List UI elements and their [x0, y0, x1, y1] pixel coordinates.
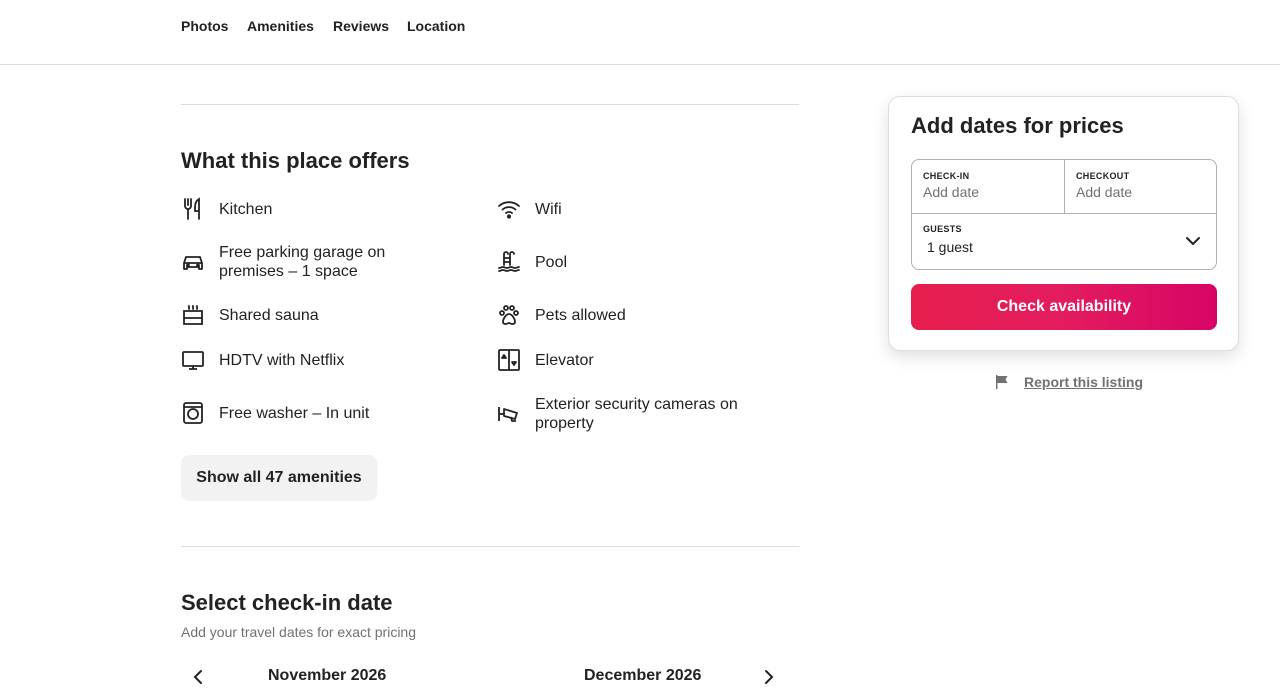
booking-title: Add dates for prices: [911, 113, 1124, 138]
sauna-icon: [183, 305, 203, 325]
booking-card: Add dates for prices CHECK-IN Add date C…: [888, 96, 1239, 351]
check-availability-button[interactable]: Check availability: [911, 284, 1217, 330]
checkout-field[interactable]: Add date: [1076, 184, 1132, 200]
security-camera-icon: [498, 407, 518, 422]
amenity-parking: Free parking garage on premises – 1 spac…: [181, 243, 419, 281]
calendar-month-label: November 2026: [268, 667, 387, 684]
section-divider: [181, 546, 799, 547]
section-nav: Photos Amenities Reviews Location: [0, 0, 1280, 65]
amenity-label: Pool: [535, 253, 568, 271]
chevron-right-icon[interactable]: [758, 667, 778, 687]
chevron-down-icon[interactable]: [1184, 232, 1202, 250]
amenity-label: Shared sauna: [219, 306, 319, 324]
wifi-icon: [498, 201, 520, 219]
checkin-field[interactable]: Add date: [923, 184, 979, 200]
amenity-pets: Pets allowed: [497, 303, 735, 327]
checkin-label: CHECK-IN: [923, 171, 970, 181]
amenity-label: Free washer – In unit: [219, 404, 370, 422]
kitchen-utensils-icon: [184, 197, 200, 220]
guests-label: GUESTS: [923, 224, 962, 234]
amenities-title: What this place offers: [181, 148, 410, 173]
show-all-amenities-button[interactable]: Show all 47 amenities: [181, 455, 377, 501]
tab-reviews[interactable]: Reviews: [333, 18, 389, 34]
amenity-label: Exterior security cameras on property: [535, 396, 738, 432]
car-icon: [183, 256, 203, 270]
amenity-label: HDTV with Netflix: [219, 351, 345, 369]
dates-guests-picker: CHECK-IN Add date CHECKOUT Add date GUES…: [911, 159, 1217, 270]
amenity-label: Kitchen: [219, 200, 273, 218]
pool-icon: [498, 251, 520, 272]
calendar-subtitle: Add your travel dates for exact pricing: [181, 624, 417, 640]
chevron-left-icon[interactable]: [189, 667, 209, 687]
flag-icon: [996, 375, 1008, 389]
tab-location[interactable]: Location: [407, 18, 465, 34]
amenity-sauna: Shared sauna: [181, 303, 419, 327]
amenity-label: Elevator: [535, 351, 594, 369]
report-listing-label[interactable]: Report this listing: [1024, 374, 1143, 390]
amenity-label: Wifi: [535, 200, 562, 218]
tab-photos[interactable]: Photos: [181, 18, 228, 34]
amenity-washer: Free washer – In unit: [181, 401, 419, 425]
checkout-label: CHECKOUT: [1076, 171, 1130, 181]
guests-select[interactable]: 1 guest: [927, 239, 973, 255]
paw-icon: [499, 305, 519, 325]
calendar-title: Select check-in date: [181, 590, 393, 615]
amenity-elevator: Elevator: [497, 348, 735, 372]
amenity-security-cameras: Exterior security cameras on property: [497, 395, 745, 433]
calendar-month-label: December 2026: [584, 667, 702, 684]
amenity-tv: HDTV with Netflix: [181, 348, 419, 372]
amenity-label: Free parking garage on premises – 1 spac…: [219, 244, 386, 280]
tab-amenities[interactable]: Amenities: [247, 18, 314, 34]
elevator-icon: [498, 349, 520, 371]
amenity-label: Pets allowed: [535, 306, 626, 324]
section-divider: [181, 104, 799, 105]
amenity-pool: Pool: [497, 250, 735, 274]
washer-icon: [183, 402, 203, 424]
amenity-wifi: Wifi: [497, 197, 735, 221]
amenity-kitchen: Kitchen: [181, 197, 419, 221]
tv-icon: [182, 351, 204, 370]
report-listing-link[interactable]: Report this listing: [994, 374, 1143, 390]
